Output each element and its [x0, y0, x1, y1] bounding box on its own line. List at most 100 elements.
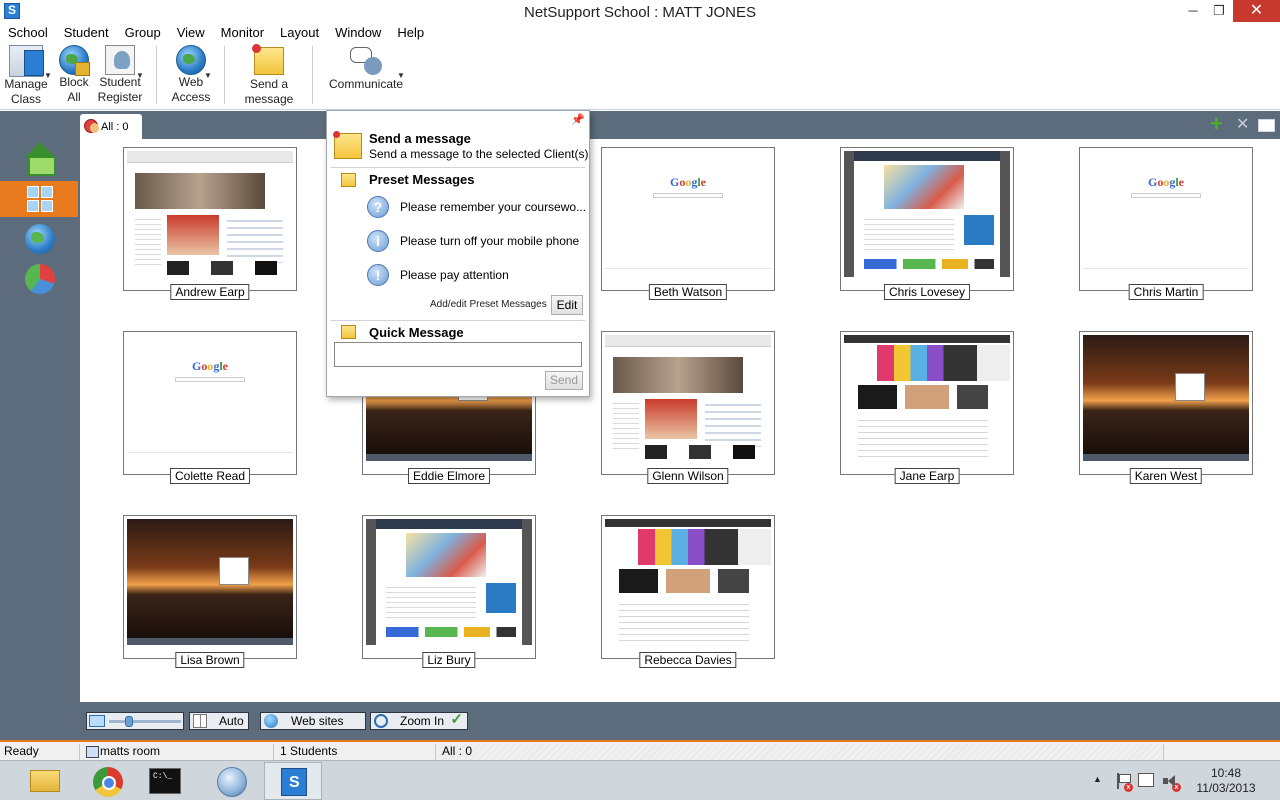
quick-message-input[interactable]: [334, 342, 582, 367]
divider: [331, 320, 585, 321]
magnifier-icon: [374, 714, 388, 728]
student-thumbnail[interactable]: Jane Earp: [840, 331, 1014, 484]
status-group: All : 0: [438, 744, 1164, 760]
nav-web[interactable]: [0, 221, 78, 257]
preset-message-item[interactable]: i Please turn off your mobile phone: [367, 229, 587, 253]
network-icon[interactable]: [1138, 773, 1154, 787]
page-header: [854, 151, 1000, 161]
status-room: matts room: [84, 744, 274, 760]
send-message-label-2: message: [244, 92, 294, 106]
student-register-button[interactable]: Student Register ▼: [96, 42, 144, 105]
menu-layout[interactable]: Layout: [272, 24, 327, 42]
thumbnail-size-slider[interactable]: [86, 712, 184, 730]
slider-handle[interactable]: [125, 716, 133, 727]
maximize-button[interactable]: ❐: [1204, 0, 1234, 22]
student-thumbnail[interactable]: Liz Bury: [362, 515, 536, 668]
student-name-label: Jane Earp: [894, 468, 960, 484]
nav-home[interactable]: [0, 141, 78, 177]
block-all-button[interactable]: Block All: [54, 42, 94, 105]
chevron-down-icon[interactable]: ▼: [136, 68, 144, 83]
info-icon: i: [367, 230, 389, 252]
show-hidden-icons-button[interactable]: ▲: [1093, 774, 1102, 800]
menu-view[interactable]: View: [169, 24, 213, 42]
chevron-down-icon[interactable]: ▼: [204, 68, 212, 83]
student-thumbnail[interactable]: Chris Lovesey: [840, 147, 1014, 300]
chevron-down-icon[interactable]: ▼: [44, 68, 52, 83]
preset-message-item[interactable]: ? Please remember your coursewo...: [367, 195, 587, 219]
sticky-note-icon: [252, 44, 284, 75]
add-group-icon[interactable]: +: [1210, 113, 1226, 135]
text-block: [864, 215, 954, 251]
student-thumbnail[interactable]: Rebecca Davies: [601, 515, 775, 668]
send-button[interactable]: Send: [545, 371, 583, 390]
student-thumbnail[interactable]: Karen West: [1079, 331, 1253, 484]
video-banner: [613, 357, 743, 393]
auto-arrange-button[interactable]: Auto: [189, 712, 249, 730]
student-thumbnail[interactable]: Google Colette Read: [123, 331, 297, 484]
chevron-down-icon[interactable]: ▼: [397, 68, 405, 83]
toolbar-divider: [312, 46, 313, 104]
preset-message-text: Please turn off your mobile phone: [400, 234, 580, 248]
menu-window[interactable]: Window: [327, 24, 389, 42]
send-message-button[interactable]: Send a message: [242, 42, 296, 107]
chrome-icon: [93, 767, 123, 797]
menu-help[interactable]: Help: [389, 24, 432, 42]
communicate-button[interactable]: Communicate ▼: [328, 42, 405, 92]
view-controls-bar: Auto Web sites Zoom In ✓: [80, 708, 1280, 738]
student-thumbnail[interactable]: Lisa Brown: [123, 515, 297, 668]
close-button[interactable]: ✕: [1233, 0, 1280, 22]
preset-message-item[interactable]: ! Please pay attention: [367, 263, 587, 287]
web-sites-button[interactable]: Web sites: [260, 712, 366, 730]
desktop-taskbar: [366, 454, 532, 461]
zoom-in-button[interactable]: Zoom In ✓: [370, 712, 468, 730]
taskbar-file-explorer[interactable]: [17, 762, 75, 800]
taskbar-chrome[interactable]: [80, 762, 138, 800]
menu-monitor[interactable]: Monitor: [213, 24, 272, 42]
news-list: [227, 215, 283, 263]
group-tab-all[interactable]: All : 0: [80, 114, 142, 139]
student-thumbnail[interactable]: Andrew Earp: [123, 147, 297, 300]
page-header: [844, 335, 1010, 343]
login-dialog: [1175, 373, 1205, 401]
folder-icon: [30, 770, 60, 792]
action-center-flag-icon[interactable]: x: [1114, 773, 1133, 792]
google-logo: Google: [127, 359, 293, 374]
manage-class-button[interactable]: Manage Class ▼: [2, 42, 52, 107]
google-logo-letter: e: [700, 175, 706, 189]
pin-icon[interactable]: 📌: [571, 113, 585, 126]
sidebar-box: [486, 583, 516, 613]
sticky-note-icon: [341, 173, 356, 187]
nav-thumbnail-view[interactable]: [0, 181, 78, 217]
student-thumbnail[interactable]: Glenn Wilson: [601, 331, 775, 484]
menu-group[interactable]: Group: [117, 24, 169, 42]
edit-presets-button[interactable]: Edit: [551, 295, 583, 315]
student-thumbnail[interactable]: Google Chris Martin: [1079, 147, 1253, 300]
taskbar-internet-explorer[interactable]: [203, 762, 261, 800]
web-access-button[interactable]: Web Access ▼: [168, 42, 214, 105]
page-footer: [1083, 268, 1249, 269]
hero-image: [406, 533, 486, 577]
nav-chart[interactable]: [0, 261, 78, 297]
student-name-label: Beth Watson: [648, 284, 728, 300]
student-name-label: Chris Lovesey: [883, 284, 971, 300]
monitor-icon: [89, 715, 105, 727]
globe-lock-icon: [59, 45, 90, 76]
auto-arrange-icon: [193, 714, 207, 728]
menu-school[interactable]: School: [0, 24, 56, 42]
taskbar-command-prompt[interactable]: C:\_: [137, 762, 195, 800]
taskbar-netsupport-school[interactable]: [264, 762, 322, 800]
menu-student[interactable]: Student: [56, 24, 117, 42]
text-block: [858, 415, 988, 457]
student-name-label: Eddie Elmore: [407, 468, 491, 484]
block-all-label-2: All: [67, 90, 81, 104]
divider: [331, 167, 585, 168]
chat-bubble-icon: [348, 45, 384, 77]
system-clock[interactable]: 10:48 11/03/2013: [1190, 766, 1262, 800]
volume-icon[interactable]: x: [1162, 773, 1181, 792]
sidebar-list: [135, 215, 161, 269]
view-mode-icon[interactable]: [1258, 119, 1275, 132]
sidebar-list: [613, 399, 639, 453]
home-icon: [25, 142, 56, 176]
student-thumbnail[interactable]: Google Beth Watson: [601, 147, 775, 300]
remove-group-icon[interactable]: ✕: [1236, 116, 1252, 134]
